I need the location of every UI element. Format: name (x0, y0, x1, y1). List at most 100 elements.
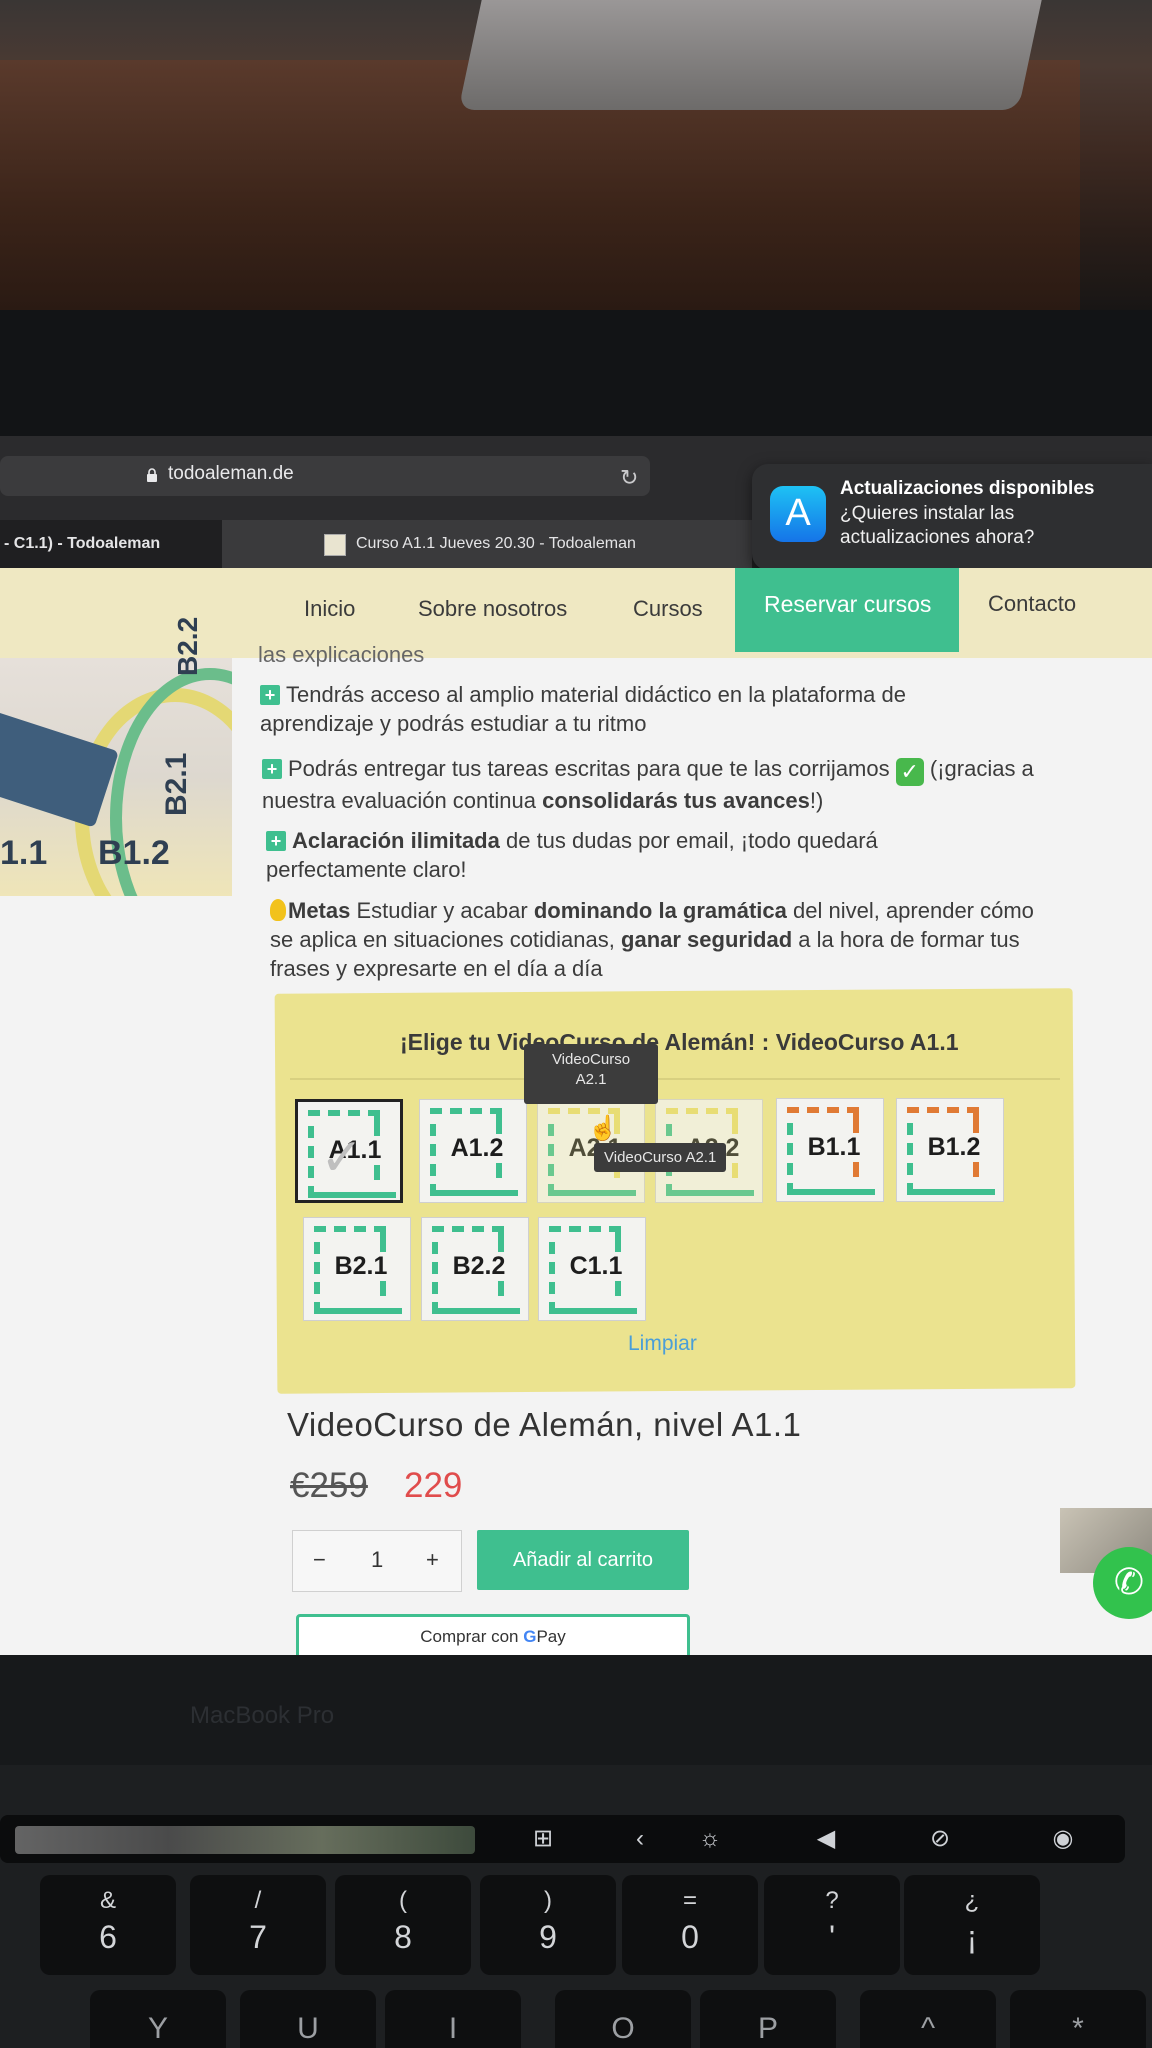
option-b12[interactable]: B1.2 (896, 1098, 1004, 1202)
option-b11[interactable]: B1.1 (776, 1098, 884, 1202)
selector-title: ¡Elige tu VideoCurso de Alemán! : VideoC… (400, 1029, 959, 1056)
key-9[interactable]: ) 9 (480, 1875, 616, 1975)
tooltip-text: VideoCurso (551, 1051, 631, 1068)
key-bottom: ' (828, 1919, 836, 1955)
key-caret[interactable]: ^ (860, 1990, 996, 2048)
key-top: ? (825, 1887, 839, 1914)
screen: todoaleman.de ↻ - C1.1) - Todoaleman Cur… (0, 436, 1152, 1655)
bullet-bold: dominando la gramática (533, 898, 787, 923)
favicon-icon (324, 534, 346, 556)
option-c11[interactable]: C1.1 (538, 1217, 646, 1321)
image-label-b21: B2.1 (160, 752, 193, 816)
update-notification[interactable]: A Actualizaciones disponibles ¿Quieres i… (752, 464, 1152, 570)
image-label-b12: B1.2 (98, 834, 170, 872)
lightbulb-icon (270, 899, 286, 921)
touch-bar-thumbnails (15, 1826, 475, 1854)
volume-icon[interactable]: ◀ (806, 1823, 846, 1855)
add-to-cart-button[interactable]: Añadir al carrito (477, 1530, 689, 1590)
background-laptop (458, 0, 1042, 110)
bullet-text: Tendrás acceso al amplio material didáct… (260, 682, 906, 736)
bullet-text: Podrás entregar tus tareas escritas para… (288, 756, 890, 781)
key-inverted-exclamation[interactable]: ¿ ¡ (904, 1875, 1040, 1975)
lock-icon (147, 468, 157, 482)
decrement-button[interactable]: − (313, 1547, 326, 1573)
option-label: A1.2 (438, 1134, 516, 1163)
key-bottom: 0 (681, 1919, 699, 1955)
bezel-label: MacBook Pro (190, 1702, 335, 1729)
key-o[interactable]: O (555, 1990, 691, 2048)
key-0[interactable]: = 0 (622, 1875, 758, 1975)
notification-title: Actualizaciones disponibles (840, 478, 1095, 499)
plus-icon: + (266, 831, 286, 851)
nav-item-inicio[interactable]: Inicio (304, 596, 355, 622)
hand-cursor-icon: ☝ (588, 1115, 618, 1142)
bullet-bold: ganar seguridad (621, 927, 793, 952)
nav-item-sobre-nosotros[interactable]: Sobre nosotros (418, 596, 567, 622)
key-top: ) (544, 1887, 552, 1914)
quantity-value[interactable]: 1 (371, 1547, 383, 1573)
bullet-text: Estudiar y acabar (356, 898, 528, 923)
app-store-icon: A (770, 486, 826, 542)
bullet-aclaracion: + Aclaración ilimitada de tus dudas por e… (266, 826, 986, 884)
tab-current[interactable]: Curso A1.1 Jueves 20.30 - Todoaleman (222, 520, 752, 568)
quantity-stepper: − 1 + (292, 1530, 462, 1592)
whatsapp-icon[interactable]: ✆ (1093, 1547, 1152, 1619)
key-bottom: ¡ (966, 1919, 978, 1955)
plus-icon: + (260, 685, 280, 705)
bullet-bold: Aclaración ilimitada (292, 828, 500, 853)
mute-icon[interactable]: ⊘ (920, 1823, 960, 1855)
tab-previous[interactable]: - C1.1) - Todoaleman (0, 520, 220, 568)
option-b22[interactable]: B2.2 (421, 1217, 529, 1321)
key-p[interactable]: P (700, 1990, 836, 2048)
key-asterisk[interactable]: * (1010, 1990, 1146, 2048)
bullet-metas: Metas Estudiar y acabar dominando la gra… (270, 896, 1060, 983)
bullet-bold: Metas (288, 898, 351, 923)
siri-icon[interactable]: ◉ (1043, 1823, 1083, 1855)
key-8[interactable]: (8 (335, 1875, 471, 1975)
gpay-text: Pay (536, 1627, 566, 1646)
chevron-left-icon[interactable]: ‹ (620, 1823, 660, 1855)
nav-item-contacto[interactable]: Contacto (988, 591, 1076, 617)
top-bezel (0, 310, 1152, 440)
key-i[interactable]: I (385, 1990, 521, 2048)
tooltip-text: A2.1 (575, 1071, 607, 1088)
key-apostrophe[interactable]: ? ' (764, 1875, 900, 1975)
old-price: €259 (290, 1466, 368, 1505)
clear-link[interactable]: Limpiar (628, 1332, 697, 1356)
key-6[interactable]: & 6 (40, 1875, 176, 1975)
key-top: & (99, 1887, 116, 1914)
key-u[interactable]: U (240, 1990, 376, 2048)
key-bottom: 6 (99, 1919, 117, 1955)
plus-icon: + (262, 759, 282, 779)
option-label: C1.1 (557, 1252, 635, 1281)
google-pay-button[interactable]: Comprar con GPay (296, 1614, 690, 1655)
address-bar[interactable] (0, 456, 650, 496)
option-a11[interactable]: A1.1 ✓ (295, 1099, 403, 1203)
notification-body: ¿Quieres instalar las actualizaciones ah… (840, 503, 1035, 548)
product-title: VideoCurso de Alemán, nivel A1.1 (287, 1406, 802, 1443)
option-b21[interactable]: B2.1 (303, 1217, 411, 1321)
reload-icon[interactable]: ↻ (620, 465, 638, 491)
key-bottom: 9 (539, 1919, 557, 1955)
image-label-11: 1.1 (0, 834, 48, 872)
option-label: B1.1 (795, 1133, 873, 1162)
bottom-bezel (0, 1655, 1152, 1765)
option-a12[interactable]: A1.2 (419, 1099, 527, 1203)
key-bottom: 8 (394, 1919, 412, 1955)
brightness-icon[interactable]: ☼ (690, 1823, 730, 1855)
key-7[interactable]: /7 (190, 1875, 326, 1975)
bullet-text: !) (809, 788, 824, 813)
google-icon: G (523, 1627, 537, 1646)
option-tooltip: VideoCurso A2.1 (594, 1143, 727, 1172)
key-y[interactable]: Y (90, 1990, 226, 2048)
increment-button[interactable]: + (426, 1547, 439, 1573)
bullet-material: + Tendrás acceso al amplio material didác… (260, 680, 1020, 738)
partial-line: las explicaciones (258, 642, 425, 667)
key-top: = (682, 1887, 697, 1914)
option-label: B2.1 (322, 1252, 400, 1281)
nav-item-cursos[interactable]: Cursos (633, 596, 703, 622)
nav-item-reservar-cursos-label: Reservar cursos (764, 591, 932, 617)
new-tab-icon[interactable]: ⊞ (523, 1823, 563, 1855)
option-label: B1.2 (915, 1133, 993, 1162)
divider (290, 1078, 1060, 1080)
